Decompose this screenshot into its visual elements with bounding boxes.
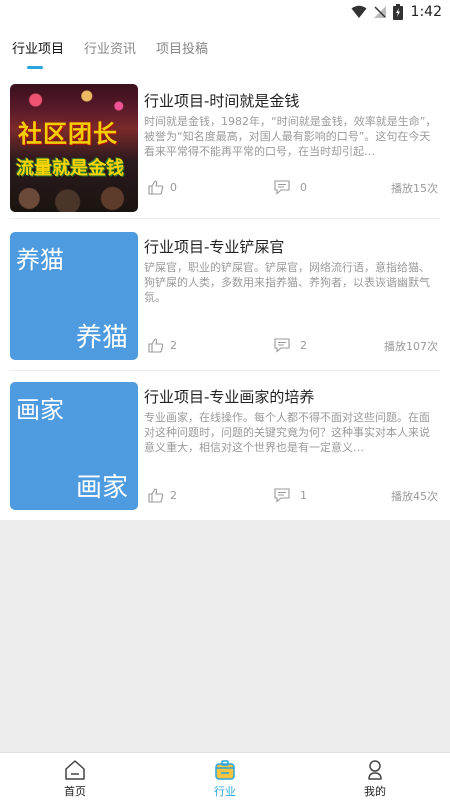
home-icon: [65, 760, 85, 780]
item-description: 时间就是金钱，1982年，“时间就是金钱，效率就是生命”，被誉为“知名度最高，对…: [144, 115, 437, 158]
battery-icon: [392, 4, 403, 20]
status-time: 1:42: [410, 4, 442, 20]
thumbs-up-icon: [148, 488, 164, 503]
comment-count[interactable]: 1: [274, 488, 307, 503]
play-count: 播放45次: [391, 490, 438, 503]
thumbnail-label-bottom: 养猫: [75, 323, 128, 353]
nav-home[interactable]: 首页: [30, 758, 120, 799]
list-item[interactable]: 养猫 养猫 行业项目-专业铲屎官 铲屎官，职业的铲屎官。铲屎官，网络流行语，意指…: [10, 226, 440, 366]
play-count: 播放15次: [391, 182, 438, 195]
status-bar: 1:42: [0, 0, 450, 28]
tab-active-indicator: [27, 66, 43, 69]
comment-icon: [274, 488, 290, 503]
nav-home-label: 首页: [64, 785, 86, 798]
divider: [10, 370, 440, 371]
thumbnail-caption: 社区团长: [18, 120, 118, 148]
bottom-nav: 首页 行业 我的: [0, 752, 450, 800]
thumbnail-subcaption: 流量就是金钱: [16, 158, 124, 179]
top-tabs: 行业项目 行业资讯 项目投稿: [0, 28, 450, 72]
item-thumbnail: 养猫 养猫: [10, 232, 138, 360]
project-list: 社区团长 流量就是金钱 行业项目-时间就是金钱 时间就是金钱，1982年，“时间…: [0, 72, 450, 520]
divider: [10, 218, 440, 219]
nav-industry[interactable]: 行业: [180, 758, 270, 799]
item-thumbnail: 画家 画家: [10, 382, 138, 510]
comment-icon: [274, 180, 290, 195]
profile-icon: [368, 760, 382, 780]
like-count[interactable]: 2: [148, 338, 177, 353]
list-item[interactable]: 画家 画家 行业项目-专业画家的培养 专业画家，在线操作。每个人都不得不面对这些…: [10, 376, 440, 516]
thumbs-up-icon: [148, 180, 164, 195]
comment-count[interactable]: 0: [274, 180, 307, 195]
item-title: 行业项目-专业画家的培养: [144, 388, 315, 406]
thumbs-up-icon: [148, 338, 164, 353]
play-count: 播放107次: [384, 340, 438, 353]
tab-project-submission[interactable]: 项目投稿: [156, 38, 208, 57]
comment-icon: [274, 338, 290, 353]
list-item[interactable]: 社区团长 流量就是金钱 行业项目-时间就是金钱 时间就是金钱，1982年，“时间…: [10, 76, 440, 216]
no-signal-icon: [373, 6, 386, 18]
item-title: 行业项目-专业铲屎官: [144, 238, 285, 256]
nav-industry-label: 行业: [214, 785, 236, 798]
comment-count[interactable]: 2: [274, 338, 307, 353]
item-description: 专业画家，在线操作。每个人都不得不面对这些问题。在面对这种问题时，问题的关键究竟…: [144, 411, 430, 454]
thumbnail-label-top: 画家: [16, 396, 64, 424]
wifi-icon: [351, 5, 367, 18]
status-icons: 1:42: [351, 4, 442, 20]
item-title: 行业项目-时间就是金钱: [144, 92, 300, 110]
nav-profile[interactable]: 我的: [330, 758, 420, 799]
thumbnail-label-bottom: 画家: [75, 473, 128, 503]
industry-icon: [215, 760, 235, 780]
tab-industry-projects[interactable]: 行业项目: [12, 38, 64, 57]
item-thumbnail: 社区团长 流量就是金钱: [10, 84, 138, 212]
thumbnail-label-top: 养猫: [16, 246, 64, 274]
like-count[interactable]: 2: [148, 488, 177, 503]
tab-industry-news[interactable]: 行业资讯: [84, 38, 136, 57]
like-count[interactable]: 0: [148, 180, 177, 195]
item-description: 铲屎官，职业的铲屎官。铲屎官，网络流行语，意指给猫、狗铲屎的人类，多数用来指养猫…: [144, 261, 430, 304]
nav-profile-label: 我的: [364, 785, 386, 798]
